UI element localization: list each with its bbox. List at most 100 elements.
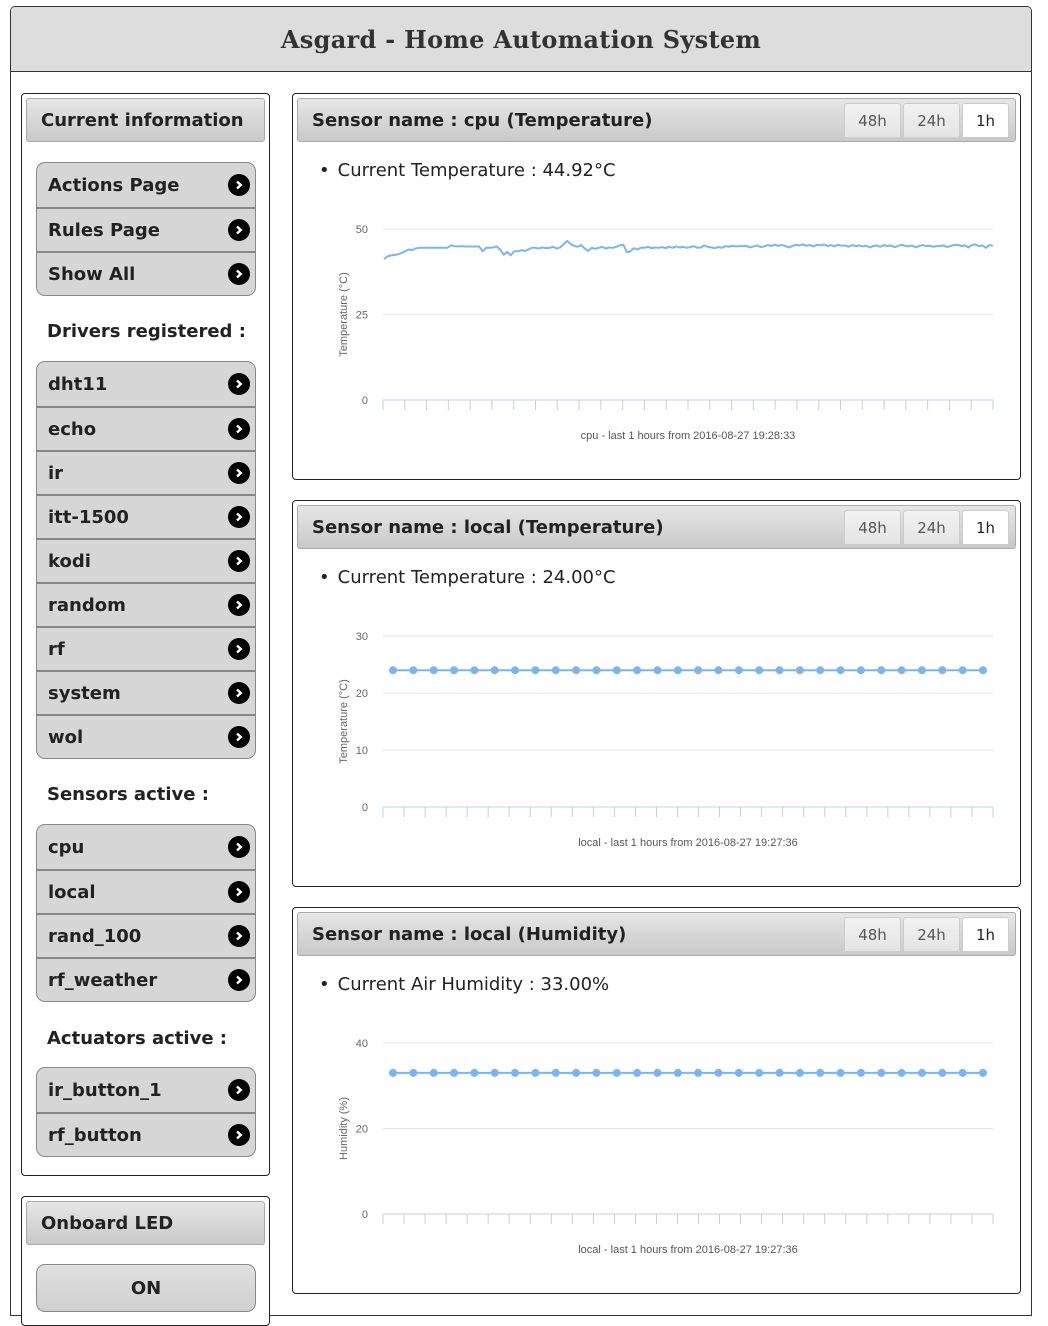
driver-label: itt-1500 <box>48 506 129 528</box>
driver-item[interactable]: itt-1500 <box>37 494 255 538</box>
tab-48h[interactable]: 48h <box>844 917 901 952</box>
driver-item[interactable]: system <box>37 670 255 714</box>
driver-item[interactable]: random <box>37 582 255 626</box>
sensor-item[interactable]: rand_100 <box>37 913 255 957</box>
chevron-right-icon <box>228 550 250 572</box>
data-point <box>897 1068 906 1077</box>
data-point <box>795 666 804 675</box>
driver-item[interactable]: wol <box>37 714 255 758</box>
chevron-right-icon <box>228 836 250 858</box>
data-point <box>694 1068 703 1077</box>
actions-page-link[interactable]: Actions Page <box>37 163 255 207</box>
cpu-temperature-chart: 0 25 50 Temperature (°C) cpu - last 1 hours … <box>338 224 994 442</box>
chevron-right-icon <box>228 462 250 484</box>
sensor-item[interactable]: local <box>37 869 255 913</box>
current-value: Current Temperature : 44.92°C <box>319 160 616 181</box>
rules-page-link[interactable]: Rules Page <box>37 207 255 251</box>
tab-48h[interactable]: 48h <box>844 510 901 545</box>
sensor-label: rand_100 <box>48 925 142 947</box>
tab-48h[interactable]: 48h <box>844 103 901 138</box>
y-tick-label: 0 <box>362 802 368 814</box>
driver-item[interactable]: ir <box>37 450 255 494</box>
actuator-item[interactable]: rf_button <box>37 1112 255 1156</box>
local-humidity-chart: 0 20 40 Humidity (%) local - last 1 hours fr… <box>338 1038 994 1256</box>
show-all-link[interactable]: Show All <box>37 251 255 295</box>
y-tick-label: 50 <box>356 224 368 236</box>
data-point <box>450 1068 459 1077</box>
x-axis-label: local - last 1 hours from 2016-08-27 19:… <box>578 837 798 849</box>
data-point <box>734 1068 743 1077</box>
data-point <box>816 666 825 675</box>
y-tick-label: 20 <box>356 688 368 700</box>
actuator-label: rf_button <box>48 1124 142 1146</box>
driver-item[interactable]: kodi <box>37 538 255 582</box>
data-point <box>490 666 499 675</box>
driver-item[interactable]: rf <box>37 626 255 670</box>
sensor-label: cpu <box>48 836 85 858</box>
data-point <box>633 666 642 675</box>
data-point <box>470 666 479 675</box>
actuator-item[interactable]: ir_button_1 <box>37 1068 255 1112</box>
data-point <box>714 666 723 675</box>
data-point <box>409 1068 418 1077</box>
y-axis-label: Temperature (°C) <box>338 272 350 356</box>
data-point <box>490 1068 499 1077</box>
data-point <box>511 1068 520 1077</box>
data-point <box>917 666 926 675</box>
chevron-right-icon <box>228 925 250 947</box>
tab-1h[interactable]: 1h <box>962 510 1009 545</box>
data-point <box>653 1068 662 1077</box>
chevron-right-icon <box>228 418 250 440</box>
rules-page-label: Rules Page <box>48 219 160 241</box>
tab-24h[interactable]: 24h <box>903 103 960 138</box>
card-title: Sensor name : cpu (Temperature) <box>312 110 653 131</box>
sensor-item[interactable]: cpu <box>37 825 255 869</box>
y-tick-label: 30 <box>356 631 368 643</box>
card-title: Sensor name : local (Temperature) <box>312 517 664 538</box>
show-all-label: Show All <box>48 263 136 285</box>
card-header: Sensor name : cpu (Temperature) 48h 24h … <box>297 98 1016 142</box>
app-title: Asgard - Home Automation System <box>280 24 762 54</box>
sensor-item[interactable]: rf_weather <box>37 957 255 1001</box>
series-line <box>383 239 994 260</box>
data-point <box>877 666 886 675</box>
driver-label: rf <box>48 638 65 660</box>
tab-24h[interactable]: 24h <box>903 510 960 545</box>
sensor-label: local <box>48 881 96 903</box>
data-point <box>653 666 662 675</box>
tab-1h[interactable]: 1h <box>962 917 1009 952</box>
data-point <box>511 666 520 675</box>
onboard-led-panel: Onboard LED ON <box>21 1196 270 1326</box>
data-point <box>389 1068 397 1077</box>
range-tabs: 48h 24h 1h <box>844 917 1009 952</box>
driver-item[interactable]: echo <box>37 406 255 450</box>
y-axis-label: Humidity (%) <box>338 1097 350 1160</box>
range-tabs: 48h 24h 1h <box>844 510 1009 545</box>
data-point <box>958 1068 967 1077</box>
data-point <box>917 1068 926 1077</box>
led-on-button[interactable]: ON <box>36 1264 256 1312</box>
data-point <box>531 1068 540 1077</box>
sensors-label: Sensors active : <box>47 784 209 805</box>
tab-24h[interactable]: 24h <box>903 917 960 952</box>
chevron-right-icon <box>228 682 250 704</box>
data-point <box>633 1068 642 1077</box>
data-point <box>856 1068 865 1077</box>
data-point <box>856 666 865 675</box>
driver-label: dht11 <box>48 373 108 395</box>
data-point <box>836 1068 845 1077</box>
chevron-right-icon <box>228 726 250 748</box>
chevron-right-icon <box>228 174 250 196</box>
onboard-led-header: Onboard LED <box>26 1201 265 1245</box>
chevron-right-icon <box>228 263 250 285</box>
data-point <box>775 1068 784 1077</box>
driver-item[interactable]: dht11 <box>37 362 255 406</box>
driver-label: kodi <box>48 550 91 572</box>
card-header: Sensor name : local (Temperature) 48h 24… <box>297 505 1016 549</box>
y-tick-label: 0 <box>362 1209 368 1221</box>
tab-1h[interactable]: 1h <box>962 103 1009 138</box>
driver-label: wol <box>48 726 84 748</box>
data-point <box>714 1068 723 1077</box>
data-point <box>389 666 397 675</box>
actuators-label: Actuators active : <box>47 1028 227 1049</box>
